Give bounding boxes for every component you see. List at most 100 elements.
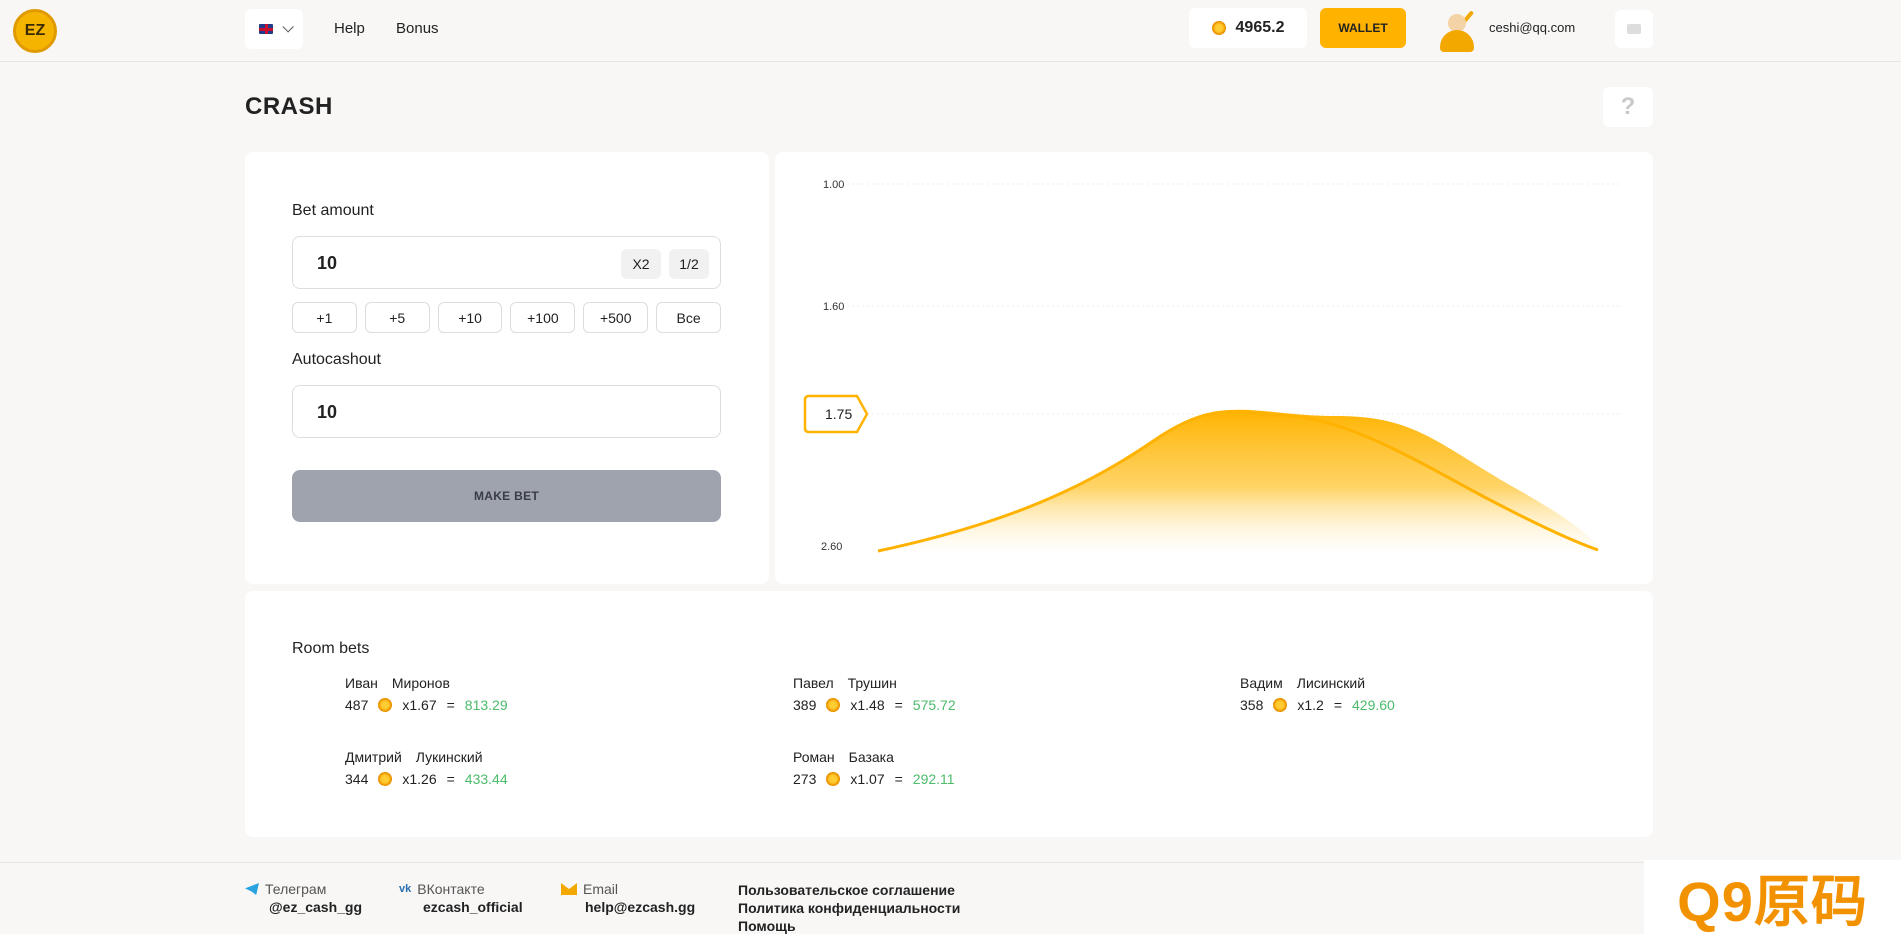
room-bet-entry: Вадим Лисинский 358 x1.2 = 429.60: [1240, 675, 1395, 713]
bet-win: 429.60: [1352, 697, 1395, 713]
quick-add-button[interactable]: +5: [364, 302, 430, 333]
bet-amount: 344: [345, 771, 369, 787]
nav-bonus-link[interactable]: Bonus: [396, 20, 439, 37]
header: EZ Help Bonus 4965.2 WALLET ceshi@qq.com: [0, 0, 1901, 62]
room-bet-entry: Иван Миронов 487 x1.67 = 813.29: [345, 675, 508, 713]
equals-sign: =: [446, 771, 455, 787]
telegram-handle[interactable]: @ez_cash_gg: [245, 899, 362, 915]
user-agreement-link[interactable]: Пользовательское соглашение: [738, 881, 960, 899]
bet-amount-value: 10: [317, 253, 338, 273]
footer: Телеграм @ez_cash_gg vk ВКонтакте ezcash_…: [0, 862, 1901, 934]
logo-text: EZ: [24, 22, 46, 39]
wallet-button[interactable]: WALLET: [1320, 8, 1406, 48]
double-bet-button[interactable]: X2: [621, 249, 661, 279]
bettor-last-name: Трушин: [847, 675, 897, 691]
equals-sign: =: [1333, 697, 1343, 713]
equals-sign: =: [894, 771, 903, 787]
quick-add-row: +1 +5 +10 +100 +500 Все: [292, 302, 721, 333]
crash-chart-panel: 1.00 1.60 2.60 1.75: [775, 152, 1653, 584]
vk-icon: vk: [399, 883, 412, 895]
bet-panel: Bet amount 10 X2 1/2 +1 +5 +10 +100 +500…: [245, 152, 769, 584]
vk-handle[interactable]: ezcash_official: [399, 899, 523, 915]
y-tick-label: 1.00: [823, 179, 844, 191]
footer-email[interactable]: Email help@ezcash.gg: [561, 881, 695, 915]
user-email: ceshi@qq.com: [1489, 20, 1576, 35]
equals-sign: =: [894, 697, 903, 713]
bet-win: 813.29: [464, 697, 508, 713]
crash-area: [878, 409, 1598, 551]
bet-multiplier: x1.26: [402, 771, 437, 787]
email-icon: [561, 883, 577, 895]
telegram-label: Телеграм: [265, 881, 327, 897]
coin-icon: [826, 772, 841, 786]
avatar[interactable]: [1438, 8, 1478, 52]
bet-amount-input[interactable]: 10 X2 1/2: [292, 236, 721, 289]
quick-add-all-button[interactable]: Все: [656, 302, 721, 333]
logout-icon: [1627, 24, 1641, 34]
autocashout-label: Autocashout: [292, 351, 381, 368]
help-link[interactable]: Помощь: [738, 917, 960, 934]
coin-icon: [1273, 698, 1288, 712]
balance-display: 4965.2: [1189, 8, 1307, 48]
logo[interactable]: EZ: [13, 9, 57, 53]
room-bet-entry: Роман Базака 273 x1.07 = 292.11: [793, 749, 955, 787]
coin-icon: [1211, 21, 1226, 35]
quick-add-button[interactable]: +100: [510, 302, 576, 333]
quick-add-button[interactable]: +1: [292, 302, 357, 333]
autocashout-input[interactable]: 10: [292, 385, 721, 438]
equals-sign: =: [446, 697, 455, 713]
support-email[interactable]: help@ezcash.gg: [561, 899, 695, 915]
bet-amount: 487: [345, 697, 369, 713]
bet-multiplier: x1.48: [850, 697, 885, 713]
bet-multiplier: x1.67: [402, 697, 437, 713]
crash-chart: 1.00 1.60 2.60 1.75: [803, 179, 1620, 553]
privacy-policy-link[interactable]: Политика конфиденциальности: [738, 899, 960, 917]
half-bet-button[interactable]: 1/2: [669, 249, 709, 279]
make-bet-button[interactable]: MAKE BET: [292, 470, 721, 522]
autocashout-value: 10: [317, 402, 338, 422]
room-bet-entry: Павел Трушин 389 x1.48 = 575.72: [793, 675, 956, 713]
language-selector[interactable]: [245, 9, 303, 49]
room-bet-entry: Дмитрий Лукинский 344 x1.26 = 433.44: [345, 749, 508, 787]
current-multiplier: 1.75: [825, 406, 852, 422]
bettor-last-name: Миронов: [391, 675, 450, 691]
footer-telegram[interactable]: Телеграм @ez_cash_gg: [245, 881, 362, 915]
coin-icon: [378, 698, 393, 712]
balance-value: 4965.2: [1235, 19, 1285, 36]
bettor-first-name: Дмитрий: [345, 749, 402, 765]
bet-win: 575.72: [912, 697, 956, 713]
bettor-last-name: Лукинский: [415, 749, 483, 765]
bet-multiplier: x1.2: [1297, 697, 1324, 713]
footer-vk[interactable]: vk ВКонтакте ezcash_official: [399, 881, 523, 915]
room-bets-panel: Room bets Иван Миронов 487 x1.67 = 813.29 Па…: [245, 591, 1653, 837]
coin-icon: [378, 772, 393, 786]
page-title: CRASH: [245, 93, 333, 120]
bettor-last-name: Базака: [848, 749, 894, 765]
y-tick-label: 2.60: [821, 541, 842, 553]
bettor-last-name: Лисинский: [1296, 675, 1366, 691]
bettor-first-name: Роман: [793, 749, 835, 765]
bet-win: 292.11: [912, 771, 955, 787]
bet-amount: 389: [793, 697, 817, 713]
email-label: Email: [583, 881, 619, 897]
nav-help-link[interactable]: Help: [334, 20, 365, 37]
avatar-body: [1440, 30, 1474, 52]
vk-label: ВКонтакте: [417, 881, 485, 897]
quick-add-button[interactable]: +500: [583, 302, 649, 333]
logout-button[interactable]: [1615, 10, 1653, 48]
bettor-first-name: Иван: [345, 675, 378, 691]
bet-win: 433.44: [464, 771, 508, 787]
bet-amount: 358: [1240, 697, 1264, 713]
bet-amount: 273: [793, 771, 817, 787]
watermark-text: Q9原码: [1677, 869, 1868, 933]
room-bets-title: Room bets: [292, 640, 370, 657]
quick-add-button[interactable]: +10: [437, 302, 503, 333]
watermark-logo: Q9原码: [1644, 860, 1901, 934]
coin-icon: [826, 698, 841, 712]
chevron-down-icon: [282, 21, 294, 33]
y-tick-label: 1.60: [823, 301, 844, 313]
telegram-icon: [245, 883, 259, 895]
bet-amount-label: Bet amount: [292, 202, 374, 219]
help-button[interactable]: ?: [1603, 87, 1653, 127]
bettor-first-name: Павел: [793, 675, 834, 691]
